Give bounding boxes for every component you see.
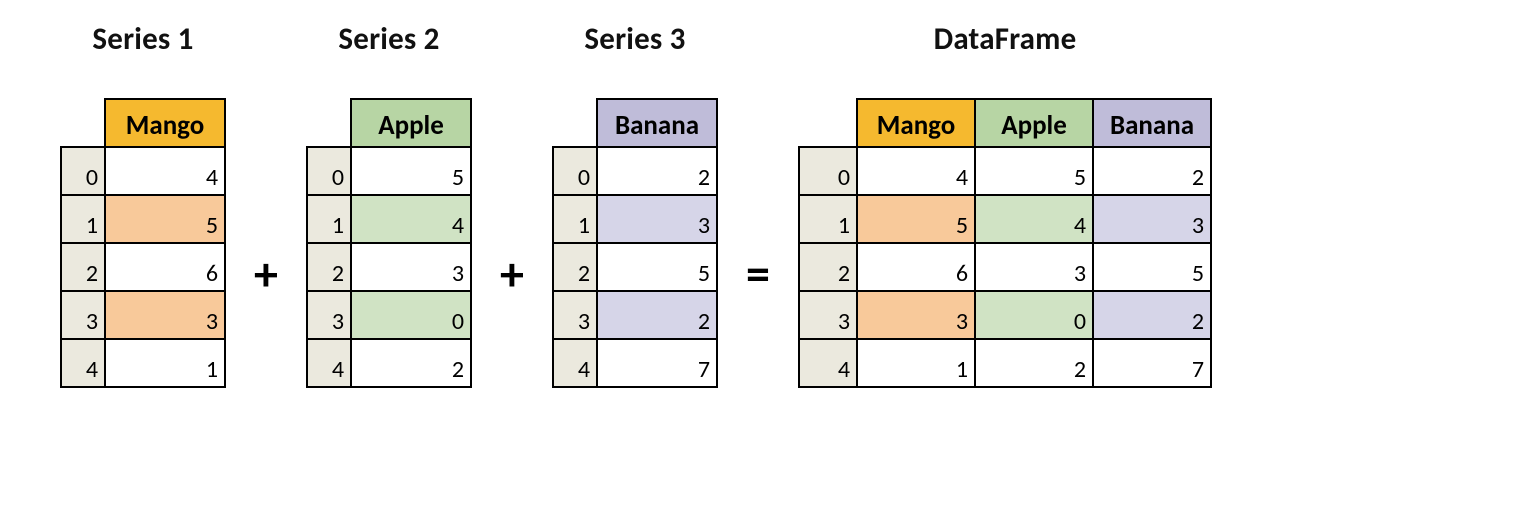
series-1-index-3: 3 bbox=[61, 291, 105, 339]
dataframe-index-4: 4 bbox=[799, 339, 857, 387]
series-1-index-2: 2 bbox=[61, 243, 105, 291]
dataframe-banana-3: 2 bbox=[1093, 291, 1211, 339]
dataframe-banana-0: 2 bbox=[1093, 147, 1211, 195]
dataframe-banana-1: 3 bbox=[1093, 195, 1211, 243]
series-3-index-3: 3 bbox=[553, 291, 597, 339]
series-2-index-4: 4 bbox=[307, 339, 351, 387]
series-1-value-2: 6 bbox=[105, 243, 225, 291]
series-1-index-4: 4 bbox=[61, 339, 105, 387]
diagram-stage: Series 1 Mango 04 15 26 33 41 + Series 2… bbox=[0, 0, 1517, 529]
series-2-corner bbox=[307, 99, 351, 147]
series-1-index-0: 0 bbox=[61, 147, 105, 195]
dataframe-apple-4: 2 bbox=[975, 339, 1093, 387]
dataframe-mango-1: 5 bbox=[857, 195, 975, 243]
series-1-value-1: 5 bbox=[105, 195, 225, 243]
dataframe-header-mango: Mango bbox=[857, 99, 975, 147]
series-3-header: Banana bbox=[597, 99, 717, 147]
dataframe-banana-4: 7 bbox=[1093, 339, 1211, 387]
dataframe-index-0: 0 bbox=[799, 147, 857, 195]
series-3-block: Series 3 Banana 02 13 25 32 47 bbox=[552, 20, 718, 388]
series-2-value-3: 0 bbox=[351, 291, 471, 339]
series-3-value-4: 7 bbox=[597, 339, 717, 387]
series-3-value-3: 2 bbox=[597, 291, 717, 339]
dataframe-index-3: 3 bbox=[799, 291, 857, 339]
dataframe-table: Mango Apple Banana 0 4 5 2 1 5 4 3 2 bbox=[798, 98, 1212, 388]
dataframe-mango-3: 3 bbox=[857, 291, 975, 339]
series-3-index-1: 1 bbox=[553, 195, 597, 243]
series-2-index-2: 2 bbox=[307, 243, 351, 291]
series-2-index-0: 0 bbox=[307, 147, 351, 195]
series-2-index-1: 1 bbox=[307, 195, 351, 243]
series-2-value-4: 2 bbox=[351, 339, 471, 387]
dataframe-header-banana: Banana bbox=[1093, 99, 1211, 147]
series-3-index-0: 0 bbox=[553, 147, 597, 195]
series-2-value-0: 5 bbox=[351, 147, 471, 195]
series-1-value-0: 4 bbox=[105, 147, 225, 195]
series-3-title: Series 3 bbox=[584, 20, 685, 58]
dataframe-index-1: 1 bbox=[799, 195, 857, 243]
series-1-block: Series 1 Mango 04 15 26 33 41 bbox=[60, 20, 226, 388]
dataframe-mango-4: 1 bbox=[857, 339, 975, 387]
dataframe-apple-0: 5 bbox=[975, 147, 1093, 195]
series-2-value-2: 3 bbox=[351, 243, 471, 291]
diagram-row: Series 1 Mango 04 15 26 33 41 + Series 2… bbox=[0, 20, 1517, 388]
series-2-title: Series 2 bbox=[338, 20, 439, 58]
equals-operator: = bbox=[718, 250, 798, 298]
series-1-index-1: 1 bbox=[61, 195, 105, 243]
series-3-value-1: 3 bbox=[597, 195, 717, 243]
dataframe-apple-3: 0 bbox=[975, 291, 1093, 339]
series-2-block: Series 2 Apple 05 14 23 30 42 bbox=[306, 20, 472, 388]
series-2-header: Apple bbox=[351, 99, 471, 147]
series-1-corner bbox=[61, 99, 105, 147]
series-1-title: Series 1 bbox=[92, 20, 193, 58]
series-3-index-2: 2 bbox=[553, 243, 597, 291]
dataframe-banana-2: 5 bbox=[1093, 243, 1211, 291]
dataframe-mango-2: 6 bbox=[857, 243, 975, 291]
series-2-index-3: 3 bbox=[307, 291, 351, 339]
dataframe-header-apple: Apple bbox=[975, 99, 1093, 147]
series-2-table: Apple 05 14 23 30 42 bbox=[306, 98, 472, 388]
dataframe-apple-2: 3 bbox=[975, 243, 1093, 291]
series-3-corner bbox=[553, 99, 597, 147]
series-1-value-4: 1 bbox=[105, 339, 225, 387]
series-3-value-0: 2 bbox=[597, 147, 717, 195]
dataframe-apple-1: 4 bbox=[975, 195, 1093, 243]
series-1-header: Mango bbox=[105, 99, 225, 147]
series-3-index-4: 4 bbox=[553, 339, 597, 387]
series-3-table: Banana 02 13 25 32 47 bbox=[552, 98, 718, 388]
series-1-table: Mango 04 15 26 33 41 bbox=[60, 98, 226, 388]
dataframe-index-2: 2 bbox=[799, 243, 857, 291]
dataframe-block: DataFrame Mango Apple Banana 0 4 5 2 1 5 bbox=[798, 20, 1212, 388]
dataframe-corner bbox=[799, 99, 857, 147]
dataframe-mango-0: 4 bbox=[857, 147, 975, 195]
series-2-value-1: 4 bbox=[351, 195, 471, 243]
series-1-value-3: 3 bbox=[105, 291, 225, 339]
plus-operator-1: + bbox=[226, 250, 306, 298]
series-3-value-2: 5 bbox=[597, 243, 717, 291]
dataframe-title: DataFrame bbox=[934, 20, 1077, 58]
plus-operator-2: + bbox=[472, 250, 552, 298]
